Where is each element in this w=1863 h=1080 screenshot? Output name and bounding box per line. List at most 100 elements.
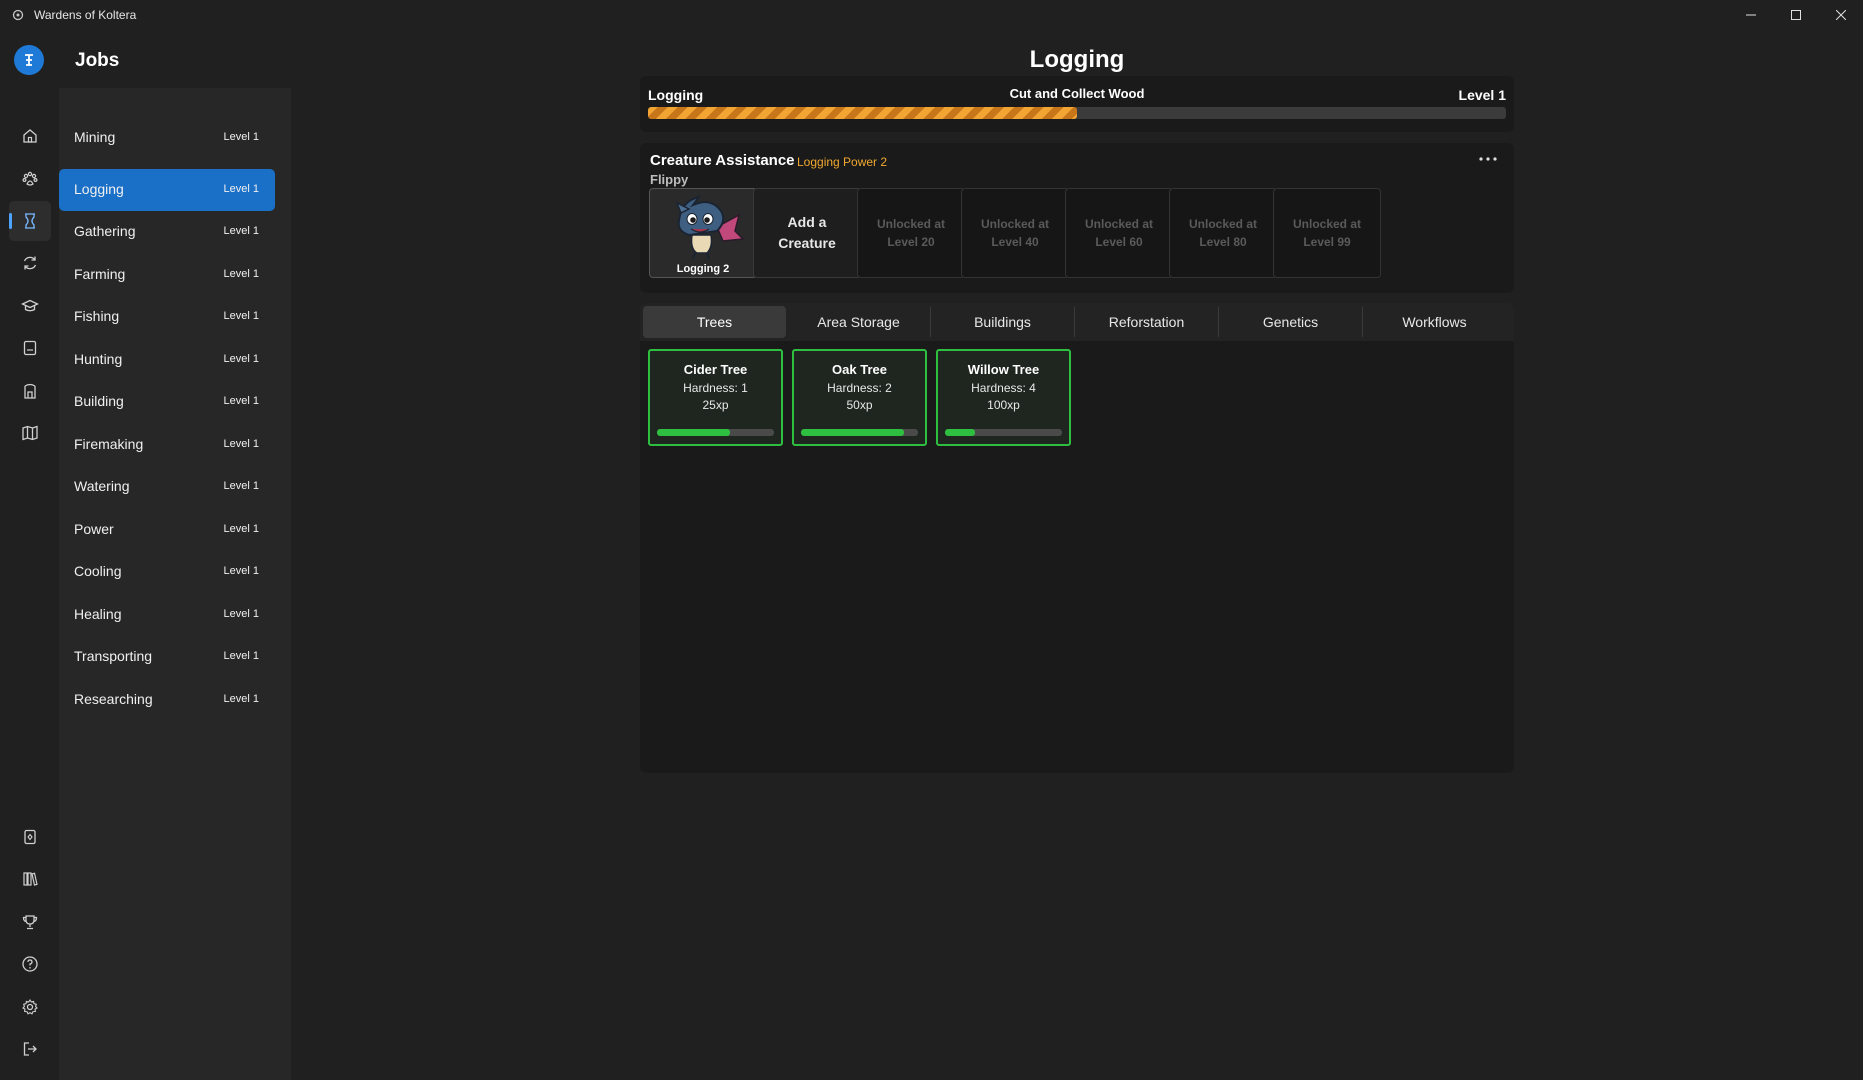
locked-slot-text: Unlocked at [980, 217, 1049, 231]
job-label: Researching [74, 691, 153, 707]
minimize-icon [1745, 14, 1756, 16]
more-options-button[interactable] [1476, 151, 1500, 167]
dragon-creature-icon [675, 195, 745, 260]
note-icon[interactable] [9, 328, 51, 368]
creature-name: Flippy [650, 172, 689, 187]
home-icon[interactable] [9, 116, 51, 156]
job-level: Level 1 [223, 225, 259, 237]
job-level: Level 1 [223, 353, 259, 365]
locked-slot-text: Unlocked at [876, 217, 945, 231]
ellipsis-icon [1479, 157, 1497, 161]
job-label: Mining [74, 129, 116, 145]
tree-progress-bar [801, 429, 918, 436]
page-title: Logging [1029, 46, 1125, 73]
maximize-button[interactable] [1773, 0, 1818, 30]
job-label: Cooling [74, 563, 122, 579]
job-level: Level 1 [223, 480, 259, 492]
tree-hardness: Hardness: 4 [971, 381, 1036, 395]
job-item-hunting[interactable]: Hunting Level 1 [59, 339, 275, 381]
tab-bar: Trees Area Storage Buildings Reforstatio… [640, 303, 1514, 341]
job-label: Watering [74, 478, 130, 494]
trophy-icon[interactable] [9, 902, 51, 942]
paw-icon[interactable] [9, 159, 51, 199]
card-icon[interactable] [9, 817, 51, 857]
job-label: Transporting [74, 648, 153, 664]
job-item-gathering[interactable]: Gathering Level 1 [59, 211, 275, 253]
locked-slot-text: Unlocked at [1292, 217, 1361, 231]
job-label: Fishing [74, 308, 120, 324]
job-level-label: Level 1 [1458, 87, 1506, 103]
job-item-watering[interactable]: Watering Level 1 [59, 466, 275, 508]
tree-name: Oak Tree [832, 362, 887, 377]
job-item-farming[interactable]: Farming Level 1 [59, 254, 275, 296]
locked-slot-text: Unlocked at [1188, 217, 1257, 231]
tree-card-willow[interactable]: Willow Tree Hardness: 4 100xp [936, 349, 1071, 446]
close-button[interactable] [1818, 0, 1863, 30]
job-name-label: Logging [648, 87, 704, 103]
job-item-mining[interactable]: Mining Level 1 [59, 117, 275, 159]
tree-xp: 25xp [702, 398, 729, 412]
creature-power-label: Logging Power 2 [797, 155, 888, 169]
tab-workflows[interactable]: Workflows [1363, 306, 1506, 338]
jobs-panel: Jobs Mining Level 1 Logging Level 1 Gath… [59, 30, 291, 1080]
locked-slot: Unlocked at Level 40 [961, 188, 1069, 278]
map-icon[interactable] [9, 413, 51, 453]
job-progress-bar [648, 107, 1506, 119]
job-item-power[interactable]: Power Level 1 [59, 509, 275, 551]
job-level: Level 1 [223, 693, 259, 705]
job-item-transporting[interactable]: Transporting Level 1 [59, 636, 275, 678]
locked-slot-level: Level 40 [991, 235, 1039, 249]
close-icon [1835, 10, 1846, 20]
job-level: Level 1 [223, 438, 259, 450]
tab-trees[interactable]: Trees [643, 306, 786, 338]
job-progress-card: Cut and Collect Wood Logging Level 1 [640, 76, 1514, 132]
job-label: Logging [74, 181, 124, 197]
locked-slot: Unlocked at Level 99 [1273, 188, 1381, 278]
creature-assistance-title: Creature Assistance [650, 152, 795, 169]
graduation-cap-icon[interactable] [9, 286, 51, 326]
tree-progress-fill [657, 429, 730, 436]
job-tabs-card: Trees Area Storage Buildings Reforstatio… [640, 303, 1514, 773]
help-icon[interactable] [9, 944, 51, 984]
job-label: Farming [74, 266, 126, 282]
job-level: Level 1 [223, 310, 259, 322]
tree-xp: 50xp [846, 398, 873, 412]
creature-assistance-card: Creature Assistance Logging Power 2 Flip… [640, 143, 1514, 293]
tree-card-cider[interactable]: Cider Tree Hardness: 1 25xp [648, 349, 783, 446]
tab-reforstation[interactable]: Reforstation [1075, 306, 1218, 338]
hourglass-icon[interactable] [9, 201, 51, 241]
add-creature-button[interactable]: Add a Creature [753, 188, 861, 278]
job-label: Power [74, 521, 114, 537]
gear-icon[interactable] [9, 987, 51, 1027]
job-item-healing[interactable]: Healing Level 1 [59, 594, 275, 636]
jobs-header: Jobs [59, 30, 291, 88]
creature-slot-flippy[interactable]: Logging 2 [649, 188, 757, 278]
refresh-icon[interactable] [9, 243, 51, 283]
tree-card-oak[interactable]: Oak Tree Hardness: 2 50xp [792, 349, 927, 446]
tab-area-storage[interactable]: Area Storage [787, 306, 930, 338]
minimize-button[interactable] [1728, 0, 1773, 30]
add-creature-label: Add a Creature [778, 214, 836, 251]
profile-logo-icon[interactable] [14, 45, 44, 75]
library-icon[interactable] [9, 859, 51, 899]
tab-genetics[interactable]: Genetics [1219, 306, 1362, 338]
locked-slot: Unlocked at Level 20 [857, 188, 965, 278]
backpack-icon[interactable] [9, 371, 51, 411]
job-level: Level 1 [223, 565, 259, 577]
job-item-logging[interactable]: Logging Level 1 [59, 169, 275, 211]
job-label: Healing [74, 606, 122, 622]
job-item-cooling[interactable]: Cooling Level 1 [59, 551, 275, 593]
job-item-building[interactable]: Building Level 1 [59, 381, 275, 423]
tab-buildings[interactable]: Buildings [931, 306, 1074, 338]
sign-out-icon[interactable] [9, 1029, 51, 1069]
job-label: Gathering [74, 223, 136, 239]
locked-slot: Unlocked at Level 60 [1065, 188, 1173, 278]
job-level: Level 1 [223, 268, 259, 280]
locked-slot: Unlocked at Level 80 [1169, 188, 1277, 278]
job-item-firemaking[interactable]: Firemaking Level 1 [59, 424, 275, 466]
job-item-researching[interactable]: Researching Level 1 [59, 679, 275, 721]
job-item-fishing[interactable]: Fishing Level 1 [59, 296, 275, 338]
locked-slot-level: Level 80 [1199, 235, 1247, 249]
tree-progress-fill [945, 429, 976, 436]
tree-progress-bar [657, 429, 774, 436]
